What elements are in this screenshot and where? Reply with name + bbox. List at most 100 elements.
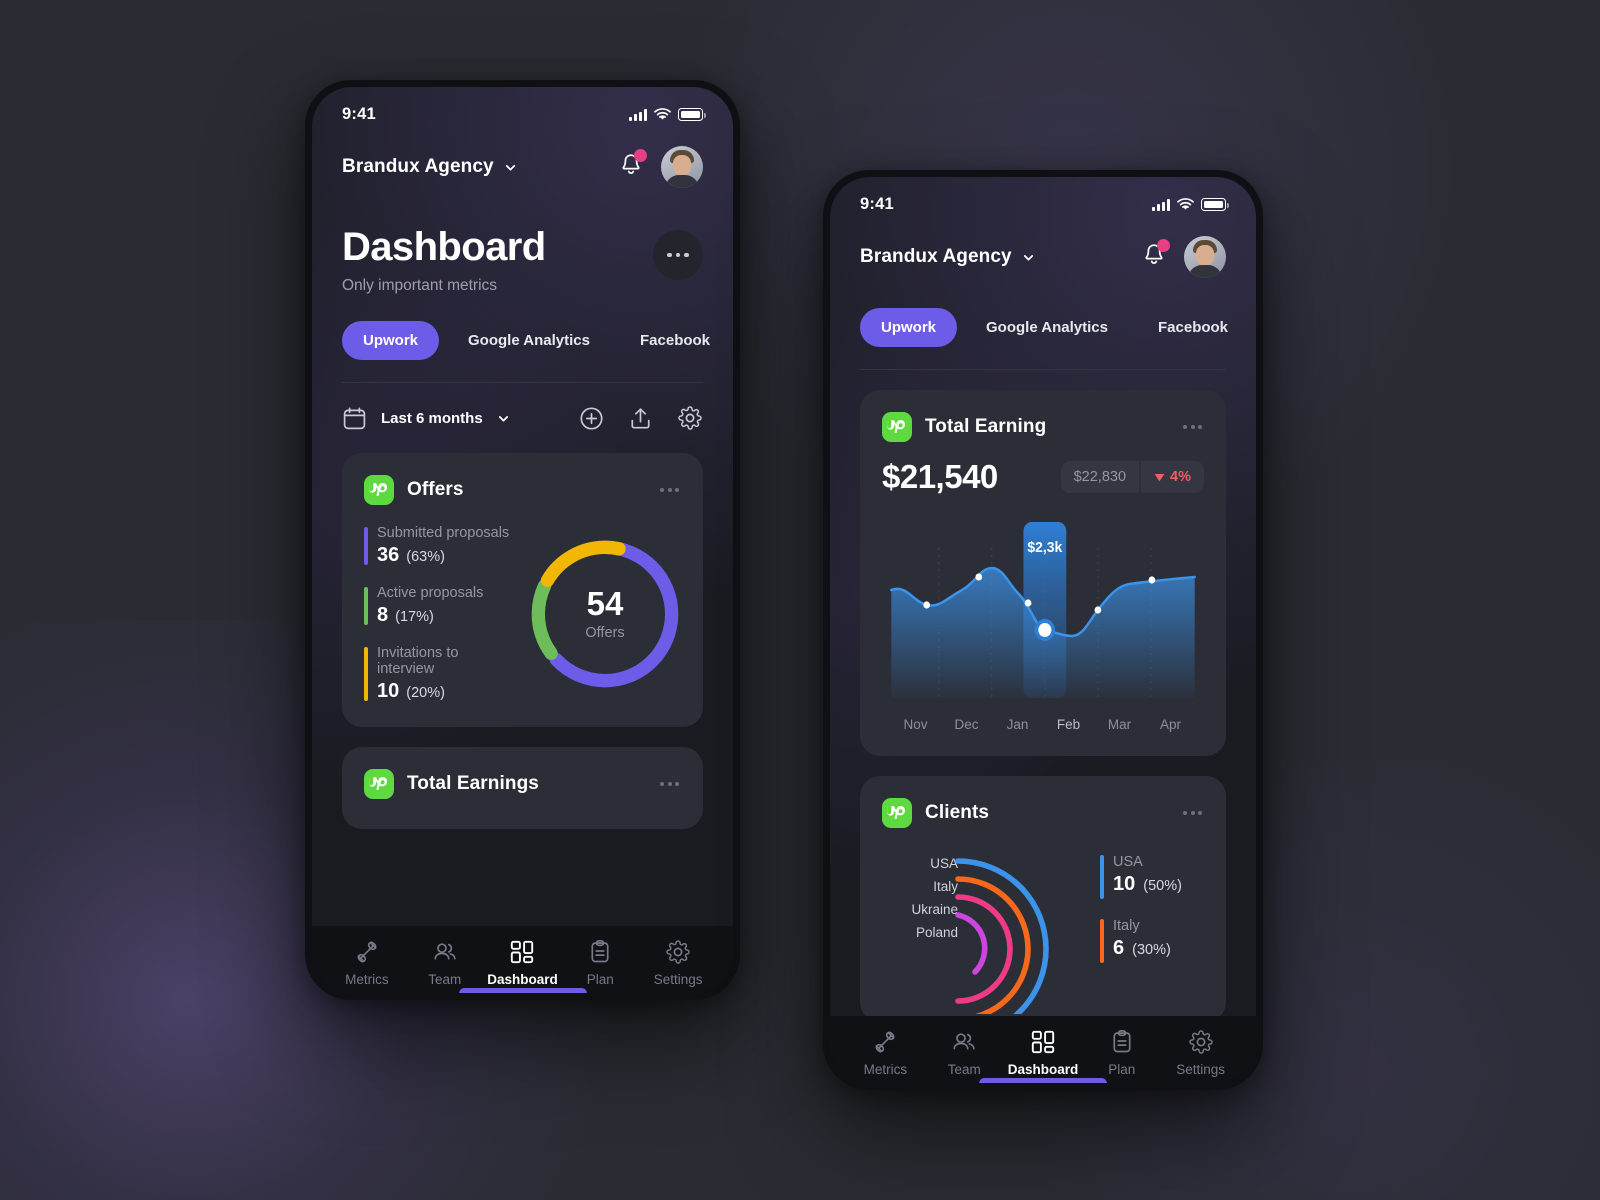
nav-label: Plan [1108,1062,1136,1077]
upload-share-icon [631,407,650,429]
offers-card: Offers Submitted proposals 36 (63%) Acti… [342,453,703,727]
plus-circle-icon [580,406,603,430]
agency-name: Brandux Agency [860,246,1012,267]
agency-selector[interactable]: Brandux Agency [860,246,1035,268]
bottom-navigation: Metrics Team Dashboard Plan Settings [312,926,733,993]
stat-label: Invitations to interview [377,645,459,677]
people-group-icon [434,943,456,960]
status-time: 9:41 [342,105,376,123]
settings-button[interactable] [677,405,703,431]
wifi-icon [1177,198,1194,210]
nav-plan[interactable]: Plan [1082,1029,1161,1077]
x-tick: Jan [1006,717,1029,732]
page-title: Dashboard [342,225,546,269]
client-percent: (30%) [1132,942,1171,958]
page-title-row: Dashboard Only important metrics [312,188,733,295]
chevron-down-icon [505,164,515,171]
app-header: Brandux Agency [830,214,1256,278]
nav-team[interactable]: Team [925,1029,1004,1077]
chart-tooltip-label: $2,3k [1027,540,1063,557]
clients-legend: USA 10 (50%) Italy 6 (30%) [1086,844,1204,1014]
page-subtitle: Only important metrics [342,277,498,294]
tab-facebook[interactable]: Facebook [1137,308,1249,347]
nav-label: Team [947,1062,981,1077]
client-percent: (50%) [1143,878,1182,894]
cards-scroll-area[interactable]: Total Earning $21,540 $22,830 4% $2,3k N… [830,390,1256,1016]
tabs-divider [860,369,1226,370]
nav-team[interactable]: Team [406,939,484,987]
add-button[interactable] [579,406,604,431]
notifications-button[interactable] [1142,238,1170,273]
nav-settings[interactable]: Settings [1161,1029,1240,1077]
total-earnings-card-title: Total Earnings [407,773,539,794]
earning-area-chart[interactable]: $2,3k Nov Dec Jan Feb Mar Apr [882,510,1204,732]
clipboard-icon [1113,1030,1131,1053]
cards-scroll-area[interactable]: Offers Submitted proposals 36 (63%) Acti… [312,453,733,926]
offers-more-options-icon[interactable] [658,482,681,498]
clients-card: Clients USA Italy Ukraine Poland USA 10 … [860,776,1226,1016]
home-indicator [458,988,587,993]
calendar-icon [343,406,366,429]
chevron-down-icon [498,415,508,422]
upwork-logo-icon [364,475,394,505]
clients-card-title: Clients [925,802,990,823]
tab-upwork[interactable]: Upwork [860,308,958,347]
date-range-selector[interactable]: Last 6 months [342,406,510,431]
notifications-button[interactable] [619,148,647,183]
x-tick: Apr [1159,717,1181,732]
nav-metrics[interactable]: Metrics [328,939,406,987]
gear-icon [1188,1030,1213,1054]
status-time: 9:41 [860,195,894,213]
nav-metrics[interactable]: Metrics [846,1029,925,1077]
user-avatar[interactable] [1184,236,1226,278]
grid-dashboard-icon [511,940,534,964]
phone-mockup-left: 9:41 Brandux Agency Dashboard Only impor… [305,80,740,1000]
tab-google-analytics[interactable]: Google Analytics [965,308,1129,347]
nav-settings[interactable]: Settings [639,939,717,987]
people-group-icon [953,1033,975,1050]
client-name: USA [1113,854,1143,870]
nav-dashboard[interactable]: Dashboard [1004,1029,1083,1077]
source-tabs: Upwork Google Analytics Facebook Instagr… [830,308,1256,347]
tab-google-analytics[interactable]: Google Analytics [447,321,611,360]
x-tick-active: Feb [1056,717,1081,732]
nav-label: Plan [586,972,614,987]
agency-selector[interactable]: Brandux Agency [342,156,517,178]
total-earning-card-title: Total Earning [925,416,1047,437]
source-tabs: Upwork Google Analytics Facebook Instagr… [312,321,733,360]
battery-icon [678,108,706,121]
tab-facebook[interactable]: Facebook [619,321,731,360]
client-legend-italy: Italy 6 (30%) [1100,918,1204,963]
client-name: Italy [1113,918,1140,934]
clients-more-options-icon[interactable] [1181,805,1204,821]
stat-invitations-to-interview: Invitations to interview 10 (20%) [364,645,515,703]
nav-label: Dashboard [1007,1062,1079,1077]
stat-label: Active proposals [377,585,484,601]
notification-badge [634,148,647,162]
stat-percent: (17%) [395,609,434,625]
phone-mockup-right: 9:41 Brandux Agency Upwork Google Analyt… [823,170,1263,1090]
client-value: 6 [1113,937,1125,959]
more-options-button[interactable] [653,230,703,280]
stat-percent: (63%) [406,549,445,565]
tab-upwork[interactable]: Upwork [342,321,440,360]
app-header: Brandux Agency [312,124,733,188]
stat-value: 8 [377,604,389,626]
earnings-more-options-icon[interactable] [658,776,681,792]
upwork-logo-icon [882,412,912,442]
stat-value: 36 [377,544,400,566]
earning-comparison: $22,830 4% [1060,461,1204,493]
triangle-down-icon [1154,473,1165,481]
user-avatar[interactable] [661,146,703,188]
nav-dashboard[interactable]: Dashboard [484,939,562,987]
plug-connect-icon [357,941,377,963]
stat-submitted-proposals: Submitted proposals 36 (63%) [364,525,515,567]
earning-more-options-icon[interactable] [1181,419,1204,435]
share-button[interactable] [628,406,653,431]
stat-label: Submitted proposals [377,525,510,541]
upwork-logo-icon [882,798,912,828]
filter-bar: Last 6 months [312,383,733,431]
plug-connect-icon [875,1031,895,1053]
nav-plan[interactable]: Plan [561,939,639,987]
date-range-label: Last 6 months [381,409,483,427]
